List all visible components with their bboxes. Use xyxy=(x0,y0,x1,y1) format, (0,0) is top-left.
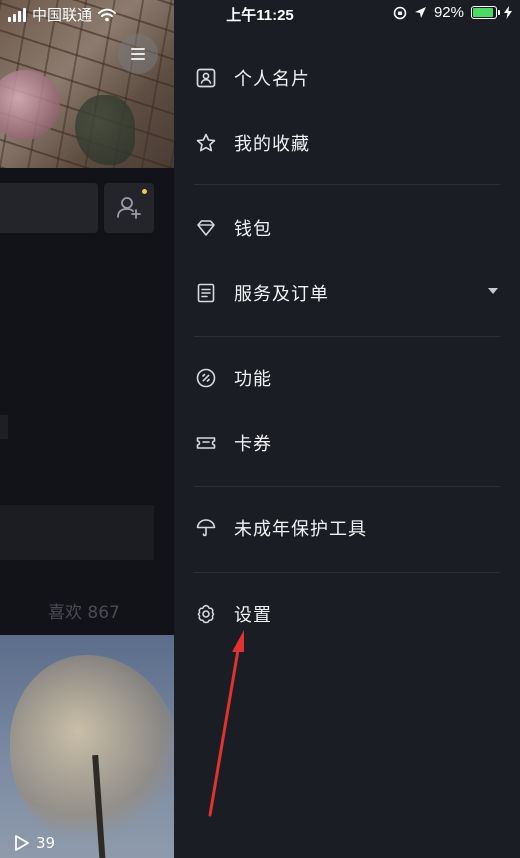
battery-percent: 92% xyxy=(433,4,464,21)
menu-item-wallet[interactable]: 钱包 xyxy=(194,204,520,252)
charging-bolt-icon xyxy=(504,6,512,19)
gear-icon xyxy=(194,602,218,626)
umbrella-icon xyxy=(194,516,218,540)
profile-tab-area xyxy=(0,505,154,560)
menu-label: 设置 xyxy=(234,605,272,626)
thumbnail-tree xyxy=(10,655,174,845)
add-user-icon xyxy=(117,197,141,219)
id-card-icon xyxy=(194,66,218,90)
battery-fill xyxy=(473,8,494,17)
menu-label: 钱包 xyxy=(234,219,272,240)
cover-leaves xyxy=(75,95,135,165)
hamburger-menu-button[interactable] xyxy=(118,34,158,74)
document-icon xyxy=(194,281,218,305)
side-drawer: 个人名片 我的收藏 钱包 服务及订单 功能 卡券 未成年保护工具 设置 xyxy=(174,0,520,858)
notification-dot xyxy=(142,189,147,194)
play-count-value: 39 xyxy=(36,834,56,852)
play-count: 39 xyxy=(14,834,55,852)
menu-label: 卡券 xyxy=(234,434,272,455)
star-icon xyxy=(194,131,218,155)
chevron-down-icon[interactable] xyxy=(488,288,498,294)
ticket-icon xyxy=(194,431,218,455)
menu-item-coupons[interactable]: 卡券 xyxy=(194,419,520,467)
menu-label: 未成年保护工具 xyxy=(234,519,367,540)
link-icon xyxy=(194,366,218,390)
add-friend-button[interactable] xyxy=(104,183,154,233)
menu-item-favorites[interactable]: 我的收藏 xyxy=(194,119,520,167)
menu-item-settings[interactable]: 设置 xyxy=(194,590,520,638)
menu-label: 个人名片 xyxy=(234,69,310,90)
menu-item-features[interactable]: 功能 xyxy=(194,354,520,402)
play-icon xyxy=(15,835,29,851)
background-profile-page: 喜欢 867 39 xyxy=(0,0,174,858)
menu-divider xyxy=(194,486,500,487)
menu-divider xyxy=(194,336,500,337)
menu-label: 我的收藏 xyxy=(234,134,310,155)
hamburger-icon xyxy=(131,48,145,60)
menu-divider xyxy=(194,572,500,573)
diamond-icon xyxy=(194,216,218,240)
menu-item-services-orders[interactable]: 服务及订单 xyxy=(194,269,520,317)
video-thumbnail[interactable] xyxy=(0,635,174,858)
cover-flower xyxy=(0,70,60,140)
menu-label: 功能 xyxy=(234,369,272,390)
profile-info-fragment xyxy=(0,415,8,439)
edit-profile-button[interactable] xyxy=(0,183,98,233)
battery-icon xyxy=(471,6,500,19)
menu-item-minor-protection[interactable]: 未成年保护工具 xyxy=(194,504,520,552)
menu-item-profile-card[interactable]: 个人名片 xyxy=(194,54,520,102)
location-icon xyxy=(414,7,426,18)
menu-label: 服务及订单 xyxy=(234,284,329,305)
status-bar: 中国联通 上午11:25 92% xyxy=(0,0,520,28)
likes-tab-label[interactable]: 喜欢 867 xyxy=(48,598,120,623)
menu-divider xyxy=(194,184,500,185)
rotation-lock-icon xyxy=(393,6,407,19)
